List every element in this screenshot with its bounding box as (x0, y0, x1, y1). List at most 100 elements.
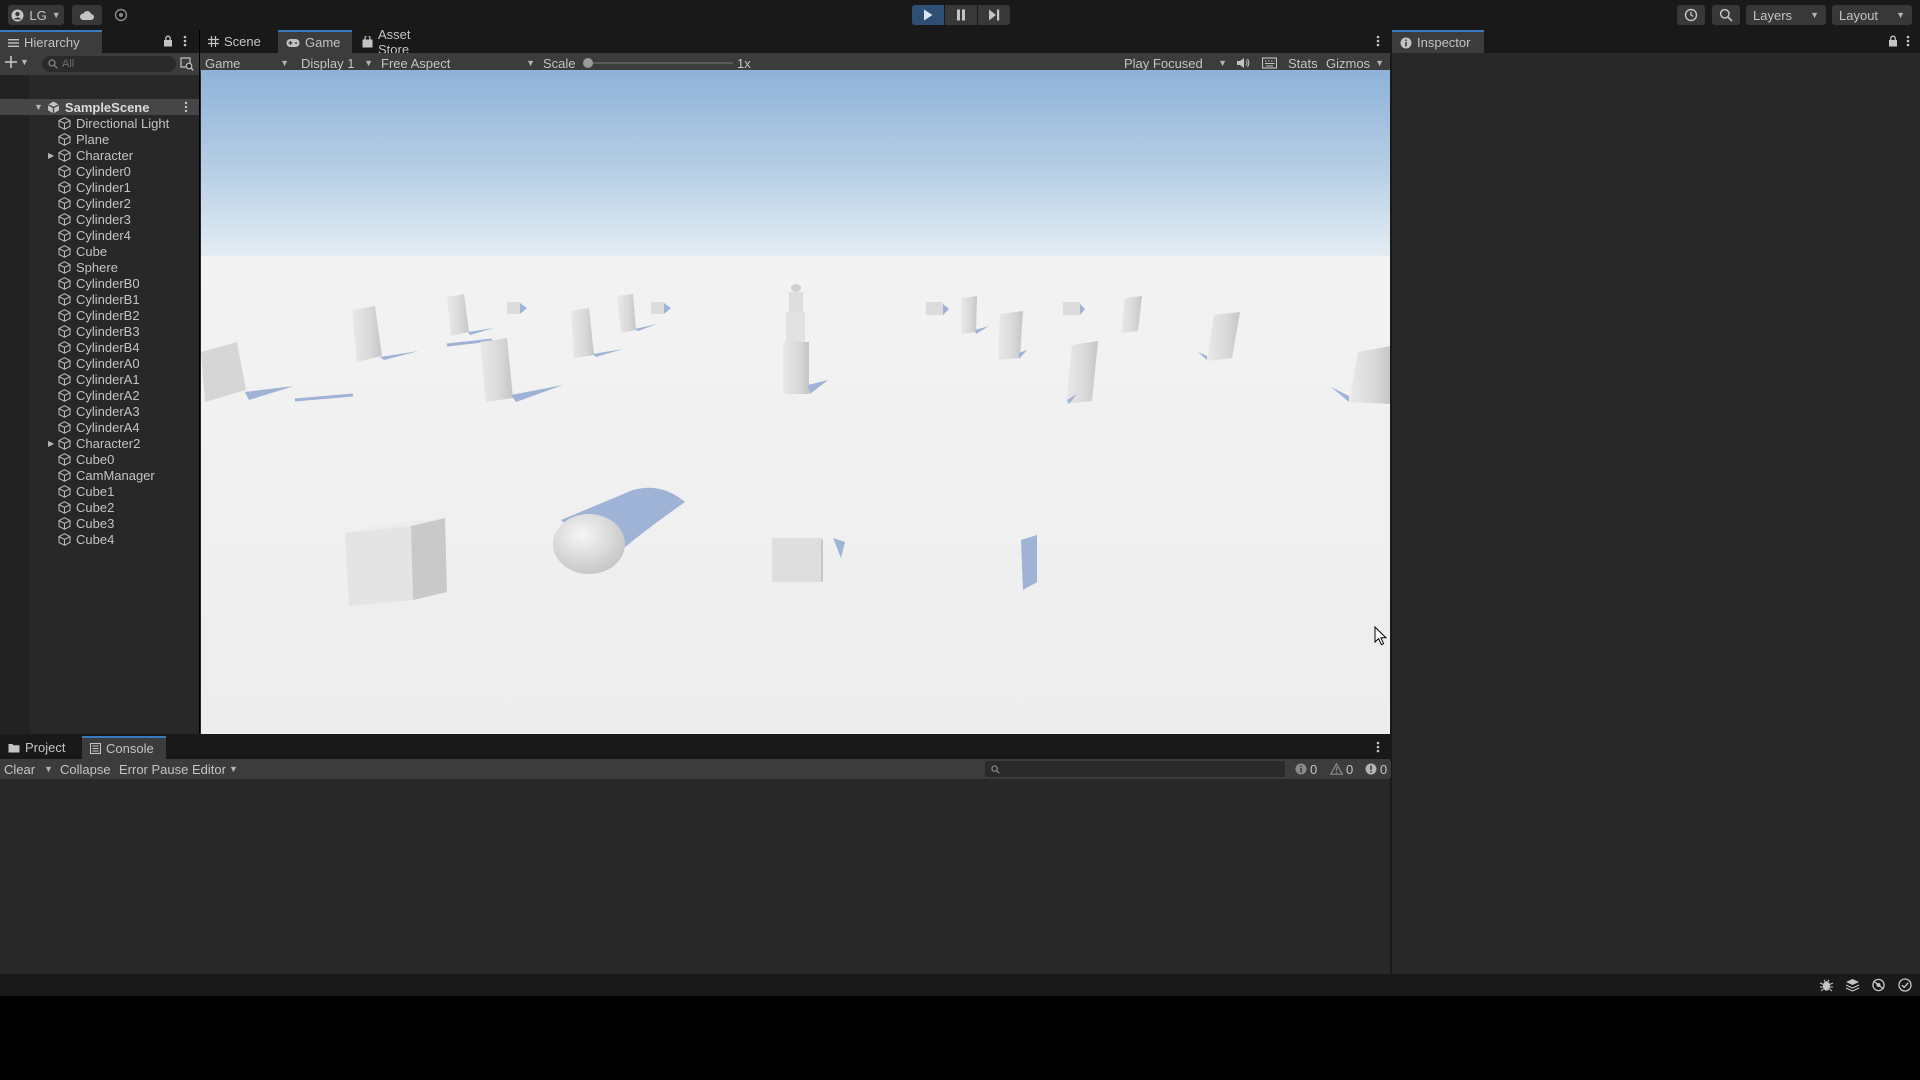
kebab-menu-icon[interactable] (1906, 35, 1910, 47)
hierarchy-item[interactable]: CylinderB0 (0, 275, 199, 291)
hierarchy-item-label: Cube4 (76, 531, 115, 547)
hierarchy-item[interactable]: Cylinder1 (0, 179, 199, 195)
layers-dropdown[interactable]: Layers ▼ (1746, 5, 1826, 25)
scale-slider[interactable] (583, 58, 733, 68)
hierarchy-item-label: CylinderB2 (76, 307, 140, 323)
collab-button[interactable] (108, 5, 134, 25)
hierarchy-item[interactable]: Cube (0, 243, 199, 259)
layout-dropdown[interactable]: Layout ▼ (1832, 5, 1912, 25)
bug-icon[interactable] (1819, 978, 1834, 992)
hierarchy-item[interactable]: CylinderB1 (0, 291, 199, 307)
chevron-down-icon: ▼ (1896, 10, 1905, 20)
error-pause-toggle[interactable]: Error Pause (119, 759, 188, 779)
undo-history-button[interactable] (1677, 5, 1705, 25)
collapse-toggle[interactable]: Collapse (60, 759, 111, 779)
hierarchy-item[interactable]: CylinderA2 (0, 387, 199, 403)
chevron-down-icon[interactable]: ▼ (44, 764, 53, 774)
console-search-input[interactable] (985, 761, 1285, 777)
play-button[interactable] (912, 5, 944, 25)
hierarchy-item[interactable]: Cube1 (0, 483, 199, 499)
network-icon[interactable] (1871, 978, 1886, 992)
error-count-toggle[interactable]: 0 (1361, 760, 1392, 778)
console-icon (90, 743, 101, 754)
hierarchy-item[interactable]: Cylinder3 (0, 211, 199, 227)
lock-icon[interactable] (163, 35, 173, 47)
hierarchy-item-label: CamManager (76, 467, 155, 483)
kebab-menu-icon[interactable] (184, 101, 188, 113)
clear-button[interactable]: Clear (4, 759, 35, 779)
expand-down-icon: ▼ (34, 102, 43, 112)
hierarchy-item-label: Cylinder3 (76, 211, 131, 227)
panel-divider[interactable] (1390, 30, 1392, 974)
kebab-menu-icon[interactable] (1376, 35, 1380, 47)
hierarchy-item[interactable]: Cube0 (0, 451, 199, 467)
hierarchy-item[interactable]: ▶ Character (0, 147, 199, 163)
cloud-button[interactable] (72, 5, 102, 25)
account-dropdown[interactable]: LG ▼ (8, 5, 64, 25)
check-circle-icon[interactable] (1898, 978, 1912, 992)
lock-icon[interactable] (1888, 35, 1898, 47)
tab-inspector[interactable]: Inspector (1392, 30, 1484, 53)
console-log-area[interactable] (0, 779, 1390, 974)
hierarchy-item[interactable]: Plane (0, 131, 199, 147)
tab-asset-store[interactable]: Asset Store (354, 27, 452, 57)
gameobject-icon (58, 180, 71, 194)
kebab-menu-icon[interactable] (1376, 741, 1380, 753)
slider-thumb[interactable] (583, 58, 593, 68)
hierarchy-item[interactable]: ▶ Character2 (0, 435, 199, 451)
tab-scene[interactable]: Scene (200, 30, 276, 53)
layers-label: Layers (1753, 7, 1793, 23)
folder-icon (8, 743, 20, 753)
hierarchy-item[interactable]: Cube4 (0, 531, 199, 547)
game-viewport[interactable] (201, 70, 1391, 734)
stack-icon[interactable] (1845, 978, 1860, 992)
step-button[interactable] (978, 5, 1010, 25)
hierarchy-item[interactable]: CylinderA0 (0, 355, 199, 371)
search-button[interactable] (1712, 5, 1740, 25)
hierarchy-search-input[interactable]: All (42, 56, 176, 72)
console-panel: Project Console Clear ▼ Collapse Error P… (0, 734, 1392, 974)
hierarchy-item[interactable]: Cylinder4 (0, 227, 199, 243)
tab-game[interactable]: Game (278, 30, 352, 53)
search-filter-icon[interactable] (180, 57, 194, 71)
audio-mute-icon[interactable] (1236, 57, 1250, 69)
unity-scene-icon (47, 101, 60, 114)
tab-console[interactable]: Console (82, 736, 166, 759)
hierarchy-item[interactable]: CylinderA1 (0, 371, 199, 387)
hierarchy-item[interactable]: Directional Light (0, 115, 199, 131)
gameobject-icon (58, 468, 71, 482)
hierarchy-item-label: Cube3 (76, 515, 115, 531)
kebab-menu-icon[interactable] (183, 35, 187, 47)
expand-right-icon[interactable]: ▶ (48, 439, 58, 448)
hierarchy-item[interactable]: Cube3 (0, 515, 199, 531)
search-icon (48, 59, 58, 69)
hierarchy-item[interactable]: CylinderB2 (0, 307, 199, 323)
step-icon (988, 9, 1000, 21)
tab-label: Asset Store (378, 26, 411, 57)
editor-dropdown[interactable]: Editor ▼ (192, 759, 238, 779)
tab-hierarchy[interactable]: Hierarchy (0, 30, 102, 53)
inspector-body (1392, 53, 1920, 974)
keyboard-icon[interactable] (1262, 57, 1277, 69)
hierarchy-item[interactable]: Sphere (0, 259, 199, 275)
error-icon (1365, 763, 1377, 775)
hierarchy-item[interactable]: Cube2 (0, 499, 199, 515)
tab-project[interactable]: Project (0, 736, 80, 759)
hierarchy-item[interactable]: CylinderA4 (0, 419, 199, 435)
warning-count-toggle[interactable]: 0 (1326, 760, 1358, 778)
expand-right-icon[interactable]: ▶ (48, 151, 58, 160)
create-button[interactable]: ▼ (5, 56, 29, 68)
inspector-tabstrip: Inspector (1392, 30, 1920, 53)
hierarchy-item[interactable]: CamManager (0, 467, 199, 483)
grid-icon (208, 36, 219, 47)
scene-row[interactable]: ▼ SampleScene (0, 99, 199, 115)
hierarchy-item[interactable]: Cylinder0 (0, 163, 199, 179)
hierarchy-item[interactable]: Cylinder2 (0, 195, 199, 211)
pause-button[interactable] (945, 5, 977, 25)
gameobject-icon (58, 372, 71, 386)
gameobject-icon (58, 292, 71, 306)
info-count-toggle[interactable]: 0 (1291, 760, 1322, 778)
hierarchy-item[interactable]: CylinderA3 (0, 403, 199, 419)
hierarchy-item[interactable]: CylinderB3 (0, 323, 199, 339)
hierarchy-item[interactable]: CylinderB4 (0, 339, 199, 355)
